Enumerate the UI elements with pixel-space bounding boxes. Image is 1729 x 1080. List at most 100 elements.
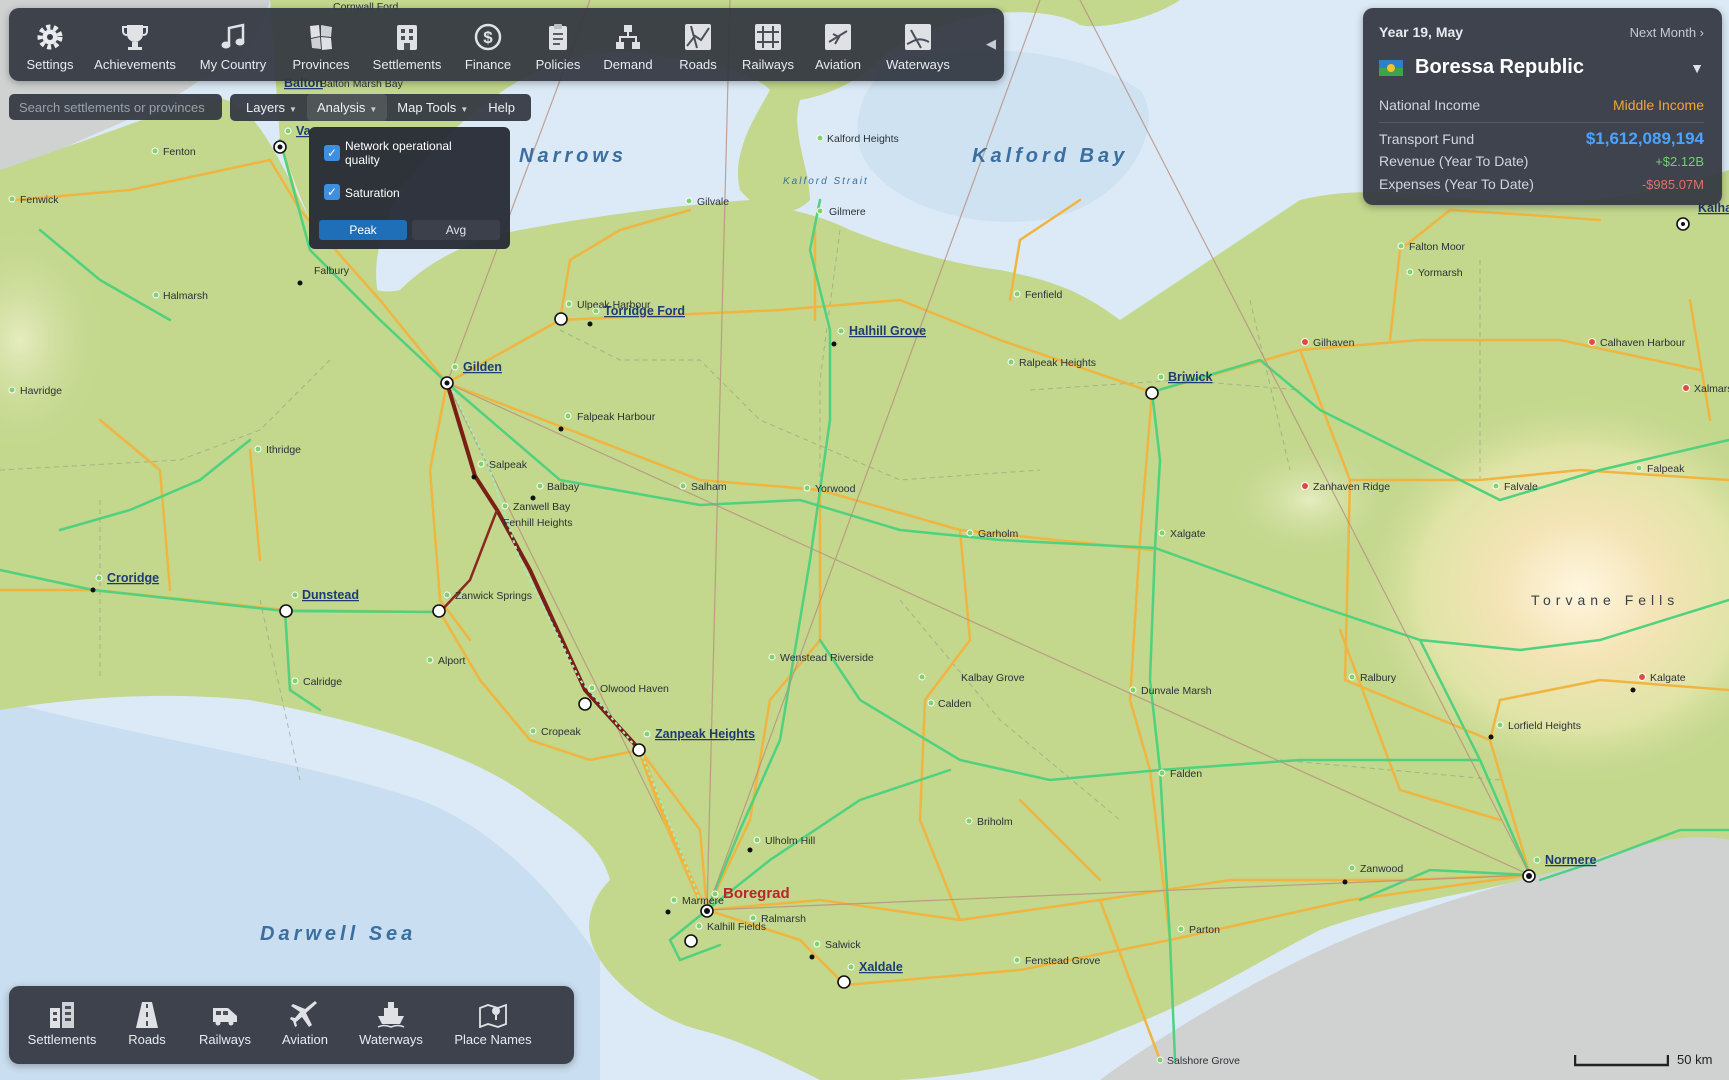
layer-railways[interactable]: Railways xyxy=(185,986,265,1064)
chevron-down-icon: ▼ xyxy=(289,105,297,114)
town-label-dunstead[interactable]: Dunstead xyxy=(302,588,359,602)
town-label-normere[interactable]: Normere xyxy=(1545,853,1596,867)
station-briwick xyxy=(1145,386,1159,400)
chevron-down-icon: ▼ xyxy=(460,105,469,114)
layer-settlements[interactable]: Settlements xyxy=(15,986,109,1064)
town-label-xaldale[interactable]: Xaldale xyxy=(859,960,903,974)
svg-text:Dunvale Marsh: Dunvale Marsh xyxy=(1141,685,1212,697)
svg-text:Falden: Falden xyxy=(1170,768,1202,780)
menu-help[interactable]: Help xyxy=(478,94,525,121)
layer-waterways[interactable]: Waterways xyxy=(345,986,437,1064)
toolbar-settings[interactable]: Settings xyxy=(15,8,85,81)
sea-label-strait: Kalford Strait xyxy=(783,176,869,187)
region-label-fells: Torvane Fells xyxy=(1531,592,1679,608)
menu-layers[interactable]: Layers ▼ xyxy=(236,94,307,121)
svg-text:Balbay: Balbay xyxy=(547,481,580,493)
road-icon xyxy=(136,1002,158,1028)
sea-label-narrows: Narrows xyxy=(519,145,627,167)
capital-label-boregrad[interactable]: Boregrad xyxy=(723,885,790,902)
toolbar-settlements[interactable]: Settlements xyxy=(361,8,453,81)
toolbar-achievements[interactable]: Achievements xyxy=(85,8,185,81)
town-label-zanpeak[interactable]: Zanpeak Heights xyxy=(655,727,755,741)
country-dropdown-icon[interactable]: ▼ xyxy=(1690,60,1704,76)
svg-text:Cropeak: Cropeak xyxy=(541,726,581,738)
railway-icon xyxy=(751,20,785,54)
menu-map-tools[interactable]: Map Tools ▼ xyxy=(387,94,478,121)
svg-text:Kalford Heights: Kalford Heights xyxy=(827,133,899,145)
station-dunstead xyxy=(279,604,293,618)
national-income-label: National Income xyxy=(1379,97,1481,113)
toolbar-roads[interactable]: Roads xyxy=(663,8,733,81)
svg-text:Zanwick Springs: Zanwick Springs xyxy=(455,590,532,602)
svg-text:Zanwood: Zanwood xyxy=(1360,863,1403,875)
toolbar-finance[interactable]: $ Finance xyxy=(453,8,523,81)
svg-text:Parton: Parton xyxy=(1189,924,1220,936)
search-input[interactable] xyxy=(9,94,222,120)
svg-text:Gilmere: Gilmere xyxy=(829,206,866,218)
svg-text:Zanhaven Ridge: Zanhaven Ridge xyxy=(1313,481,1390,493)
chevron-down-icon: ▼ xyxy=(369,105,378,114)
main-toolbar: Settings Achievements My Country Provinc… xyxy=(9,8,1004,81)
gear-icon xyxy=(33,20,67,54)
town-label-briwick[interactable]: Briwick xyxy=(1168,370,1213,384)
layer-place-names[interactable]: Place Names xyxy=(437,986,549,1064)
svg-text:Gilvale: Gilvale xyxy=(697,196,729,208)
svg-text:Kalhill Fields: Kalhill Fields xyxy=(707,921,766,933)
svg-text:Fenstead Grove: Fenstead Grove xyxy=(1025,955,1100,967)
peak-toggle[interactable]: Peak xyxy=(319,220,407,240)
menu-analysis[interactable]: Analysis ▼ xyxy=(306,94,388,121)
svg-text:Zanwell Bay: Zanwell Bay xyxy=(513,501,571,513)
svg-text:Havridge: Havridge xyxy=(20,385,62,397)
transport-fund-value: $1,612,089,194 xyxy=(1585,129,1704,148)
road-map-icon xyxy=(681,20,715,54)
town-label-halhill[interactable]: Halhill Grove xyxy=(849,324,926,338)
hill-terrain xyxy=(1220,440,1400,560)
avg-toggle[interactable]: Avg xyxy=(412,220,500,240)
layer-aviation[interactable]: Aviation xyxy=(265,986,345,1064)
country-flag-icon xyxy=(1379,59,1403,76)
toolbar-railways[interactable]: Railways xyxy=(733,8,803,81)
toolbar-policies[interactable]: Policies xyxy=(523,8,593,81)
svg-text:Alport: Alport xyxy=(438,655,466,667)
svg-text:Garholm: Garholm xyxy=(978,528,1019,540)
svg-text:Falpeak: Falpeak xyxy=(1647,463,1685,475)
layer-roads[interactable]: Roads xyxy=(109,986,185,1064)
town-label-gilden[interactable]: Gilden xyxy=(463,360,502,374)
airplane-icon xyxy=(290,1001,317,1027)
svg-text:Gilhaven: Gilhaven xyxy=(1313,337,1355,349)
toolbar-aviation[interactable]: Aviation xyxy=(803,8,873,81)
svg-text:Yormarsh: Yormarsh xyxy=(1418,267,1463,279)
expenses-value: -$985.07M xyxy=(1641,177,1704,192)
svg-text:Ulpeak Harbour: Ulpeak Harbour xyxy=(577,299,651,311)
saturation-label[interactable]: Saturation xyxy=(345,186,400,200)
toolbar-waterways[interactable]: Waterways xyxy=(873,8,963,81)
network-quality-checkbox[interactable]: ✓ xyxy=(324,145,340,161)
sea-label-darwell: Darwell Sea xyxy=(260,923,416,945)
svg-text:Falton Moor: Falton Moor xyxy=(1409,241,1466,253)
town-label-croridge[interactable]: Croridge xyxy=(107,571,159,585)
svg-text:Yorwood: Yorwood xyxy=(815,483,856,495)
scale-label: 50 km xyxy=(1677,1052,1713,1067)
svg-text:Calden: Calden xyxy=(938,698,971,710)
collapse-toolbar-icon[interactable]: ◀ xyxy=(986,36,996,52)
svg-text:Ralpeak Heights: Ralpeak Heights xyxy=(1019,357,1096,369)
station-olwood xyxy=(578,697,592,711)
toolbar-provinces[interactable]: Provinces xyxy=(281,8,361,81)
toolbar-my-country[interactable]: My Country xyxy=(185,8,281,81)
svg-text:Salham: Salham xyxy=(691,481,727,493)
svg-text:Fenwick: Fenwick xyxy=(20,194,59,206)
svg-text:$: $ xyxy=(483,28,493,47)
network-quality-label[interactable]: Network operational quality xyxy=(345,139,452,167)
revenue-value: +$2.12B xyxy=(1655,154,1704,169)
svg-text:Salwick: Salwick xyxy=(825,939,861,951)
saturation-checkbox[interactable]: ✓ xyxy=(324,184,340,200)
svg-text:Calridge: Calridge xyxy=(303,676,342,688)
divider xyxy=(1379,122,1704,123)
station-zanwick xyxy=(432,604,446,618)
sea-label-kalford-bay: Kalford Bay xyxy=(972,145,1128,167)
toolbar-demand[interactable]: Demand xyxy=(593,8,663,81)
next-month-button[interactable]: Next Month › xyxy=(1630,25,1704,40)
layer-toolbar: Settlements Roads Railways Aviation Wate… xyxy=(9,986,574,1064)
svg-text:Ralbury: Ralbury xyxy=(1360,672,1397,684)
svg-text:Salpeak: Salpeak xyxy=(489,459,528,471)
